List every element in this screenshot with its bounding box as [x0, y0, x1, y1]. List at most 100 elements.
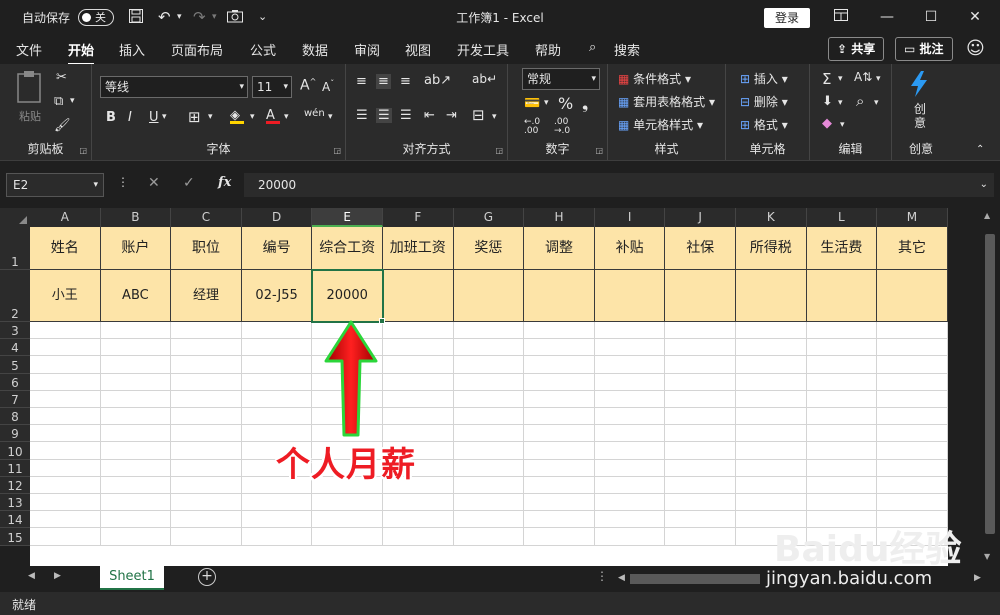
empty-cell[interactable] [877, 339, 948, 357]
empty-cell[interactable] [171, 442, 242, 460]
scroll-left-icon[interactable]: ◀ [618, 573, 625, 583]
empty-cell[interactable] [877, 408, 948, 426]
find-dropdown-icon[interactable]: ▾ [874, 98, 879, 108]
bold-button[interactable]: B [106, 110, 116, 125]
empty-cell[interactable] [453, 511, 525, 529]
menu-file[interactable]: 文件 [16, 40, 42, 59]
borders-dropdown-icon[interactable]: ▾ [208, 112, 213, 122]
empty-cell[interactable] [312, 494, 383, 512]
empty-cell[interactable] [594, 528, 666, 546]
column-header-g[interactable]: G [453, 208, 525, 227]
clipboard-launcher-icon[interactable]: ◲ [79, 146, 87, 155]
select-all-corner[interactable] [0, 208, 30, 227]
header-cell-m[interactable]: 其它 [877, 227, 948, 270]
font-launcher-icon[interactable]: ◲ [333, 146, 341, 155]
row-header-1[interactable]: 1 [0, 227, 30, 270]
format-painter-icon[interactable]: 🖌 [54, 118, 71, 133]
empty-cell[interactable] [806, 390, 878, 408]
empty-cell[interactable] [524, 390, 595, 408]
borders-icon[interactable]: ⊞ [188, 108, 201, 126]
column-header-l[interactable]: L [806, 208, 878, 227]
empty-cell[interactable] [453, 494, 525, 512]
empty-cell[interactable] [30, 459, 101, 477]
empty-cell[interactable] [594, 511, 666, 529]
empty-cell[interactable] [30, 390, 101, 408]
row-header-13[interactable]: 13 [0, 494, 30, 512]
empty-cell[interactable] [594, 459, 666, 477]
menu-view[interactable]: 视图 [405, 40, 431, 59]
empty-cell[interactable] [30, 356, 101, 374]
data-cell-a[interactable]: 小王 [30, 270, 101, 322]
empty-cell[interactable] [100, 425, 172, 443]
sort-dropdown-icon[interactable]: ▾ [876, 74, 881, 84]
merge-center-icon[interactable]: ⊟ [472, 106, 485, 124]
menu-insert[interactable]: 插入 [119, 40, 145, 59]
empty-cell[interactable] [524, 442, 595, 460]
empty-cell[interactable] [383, 511, 454, 529]
empty-cell[interactable] [100, 390, 172, 408]
empty-cell[interactable] [383, 373, 454, 391]
empty-cell[interactable] [665, 390, 736, 408]
redo-icon[interactable]: ↷ [193, 8, 206, 26]
formula-input[interactable]: 20000 ⌄ [244, 173, 994, 197]
menu-formulas[interactable]: 公式 [250, 40, 276, 59]
decrease-indent-icon[interactable]: ⇤ [424, 108, 435, 123]
formula-bar-more-icon[interactable]: ⋮ [117, 175, 129, 189]
empty-cell[interactable] [524, 356, 595, 374]
empty-cell[interactable] [100, 528, 172, 546]
empty-cell[interactable] [736, 373, 807, 391]
confirm-entry-icon[interactable]: ✓ [183, 175, 195, 191]
collapse-ribbon-icon[interactable]: ⌃ [976, 144, 984, 155]
empty-cell[interactable] [30, 476, 101, 494]
number-launcher-icon[interactable]: ◲ [595, 146, 603, 155]
percent-button[interactable]: % [558, 94, 573, 113]
empty-cell[interactable] [806, 425, 878, 443]
align-top-icon[interactable]: ≡ [356, 74, 367, 89]
empty-cell[interactable] [241, 322, 313, 340]
empty-cell[interactable] [806, 373, 878, 391]
empty-cell[interactable] [171, 322, 242, 340]
data-cell-b[interactable]: ABC [100, 270, 172, 322]
column-header-h[interactable]: H [524, 208, 595, 227]
autosum-dropdown-icon[interactable]: ▾ [838, 74, 843, 84]
empty-cell[interactable] [171, 356, 242, 374]
fill-color-dropdown-icon[interactable]: ▾ [250, 112, 255, 122]
row-header-2[interactable]: 2 [0, 270, 30, 322]
column-header-d[interactable]: D [241, 208, 313, 227]
increase-font-icon[interactable]: A^ [300, 77, 316, 94]
empty-cell[interactable] [171, 390, 242, 408]
row-header-3[interactable]: 3 [0, 322, 30, 340]
column-header-f[interactable]: F [383, 208, 454, 227]
empty-cell[interactable] [524, 494, 595, 512]
empty-cell[interactable] [383, 322, 454, 340]
empty-cell[interactable] [806, 408, 878, 426]
empty-cell[interactable] [30, 408, 101, 426]
empty-cell[interactable] [877, 356, 948, 374]
empty-cell[interactable] [453, 373, 525, 391]
empty-cell[interactable] [665, 442, 736, 460]
camera-icon[interactable] [226, 8, 244, 28]
empty-cell[interactable] [806, 476, 878, 494]
row-header-5[interactable]: 5 [0, 356, 30, 374]
empty-cell[interactable] [665, 494, 736, 512]
undo-dropdown-icon[interactable]: ▾ [177, 12, 182, 22]
data-cell-c[interactable]: 经理 [171, 270, 242, 322]
empty-cell[interactable] [241, 511, 313, 529]
login-button[interactable]: 登录 [764, 8, 810, 28]
row-header-7[interactable]: 7 [0, 390, 30, 408]
row-header-10[interactable]: 10 [0, 442, 30, 460]
menu-search[interactable]: 搜索 [614, 40, 640, 59]
empty-cell[interactable] [100, 476, 172, 494]
empty-cell[interactable] [877, 390, 948, 408]
fill-dropdown-icon[interactable]: ▾ [838, 98, 843, 108]
clear-icon[interactable]: ◆ [822, 116, 832, 131]
empty-cell[interactable] [806, 339, 878, 357]
empty-cell[interactable] [594, 476, 666, 494]
empty-cell[interactable] [736, 459, 807, 477]
empty-cell[interactable] [171, 528, 242, 546]
tab-split-icon[interactable]: ⋮ [596, 569, 608, 583]
delete-cells-button[interactable]: ⊟ 删除 ▾ [740, 93, 788, 110]
scroll-right-icon[interactable]: ▶ [974, 573, 981, 583]
decrease-font-icon[interactable]: Aˇ [322, 79, 334, 94]
empty-cell[interactable] [594, 322, 666, 340]
